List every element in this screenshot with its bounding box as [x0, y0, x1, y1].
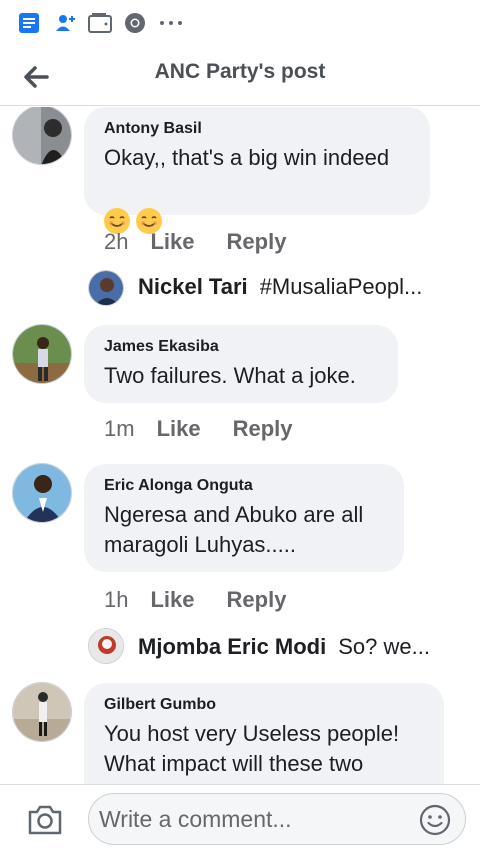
- avatar[interactable]: [12, 682, 72, 742]
- comment-input-placeholder: Write a comment...: [99, 805, 292, 832]
- emoji-icon: [419, 804, 451, 836]
- reply-preview[interactable]: Mjomba Eric Modi So? we...: [138, 634, 458, 660]
- avatar[interactable]: [12, 107, 72, 165]
- comment-time[interactable]: 1h: [104, 587, 128, 613]
- comment-author[interactable]: James Ekasiba: [104, 337, 378, 357]
- post-header: ANC Party's post: [0, 48, 480, 106]
- comment-author[interactable]: Gilbert Gumbo: [104, 695, 424, 715]
- comments-feed[interactable]: Antony Basil Okay,, that's a big win ind…: [0, 107, 480, 784]
- comment-author[interactable]: Eric Alonga Onguta: [104, 476, 384, 496]
- reply-author[interactable]: Nickel Tari: [138, 274, 248, 300]
- avatar[interactable]: [12, 324, 72, 384]
- comment-author[interactable]: Antony Basil: [104, 119, 410, 139]
- reply-preview[interactable]: Nickel Tari #MusaliaPeopl...: [138, 274, 458, 300]
- messages-icon: [19, 13, 39, 33]
- comment-time[interactable]: 1m: [104, 416, 135, 442]
- page-title: ANC Party's post: [154, 60, 326, 83]
- emoji-button[interactable]: [419, 804, 451, 836]
- like-button[interactable]: Like: [150, 229, 194, 255]
- like-button[interactable]: Like: [150, 587, 194, 613]
- wallet-icon: [88, 13, 112, 33]
- reply-button[interactable]: Reply: [227, 229, 287, 255]
- comment-bubble[interactable]: Antony Basil Okay,, that's a big win ind…: [84, 107, 430, 235]
- comment-text: Ngeresa and Abuko are all maragoli Luhya…: [104, 502, 364, 557]
- reply-button[interactable]: Reply: [233, 416, 293, 442]
- chrome-icon: [125, 13, 145, 33]
- reply-button[interactable]: Reply: [227, 587, 287, 613]
- avatar[interactable]: [88, 270, 124, 306]
- comment-text: You host very Useless people! What impac…: [104, 721, 400, 776]
- reply-text: #MusaliaPeopl...: [259, 274, 423, 299]
- comment-composer: Write a comment...: [0, 784, 480, 854]
- comment-text: Two failures. What a joke.: [104, 363, 356, 388]
- status-bar: [0, 0, 480, 48]
- avatar[interactable]: [88, 628, 124, 664]
- reply-text: So? we...: [338, 634, 430, 659]
- like-button[interactable]: Like: [157, 416, 201, 442]
- friend-request-icon: [56, 15, 75, 31]
- comment-actions: 1h Like Reply: [104, 587, 286, 613]
- camera-icon: [28, 805, 62, 835]
- comment-time[interactable]: 2h: [104, 229, 128, 255]
- comment-bubble[interactable]: James Ekasiba Two failures. What a joke.: [84, 325, 398, 403]
- comment-bubble[interactable]: Gilbert Gumbo You host very Useless peop…: [84, 683, 444, 784]
- comment-input[interactable]: Write a comment...: [88, 793, 466, 845]
- avatar[interactable]: [12, 463, 72, 523]
- camera-button[interactable]: [26, 801, 64, 839]
- more-icon: [160, 21, 182, 25]
- comment-actions: 1m Like Reply: [104, 416, 293, 442]
- comment-actions: 2h Like Reply: [104, 229, 286, 255]
- reply-author[interactable]: Mjomba Eric Modi: [138, 634, 326, 660]
- comment-bubble[interactable]: Eric Alonga Onguta Ngeresa and Abuko are…: [84, 464, 404, 572]
